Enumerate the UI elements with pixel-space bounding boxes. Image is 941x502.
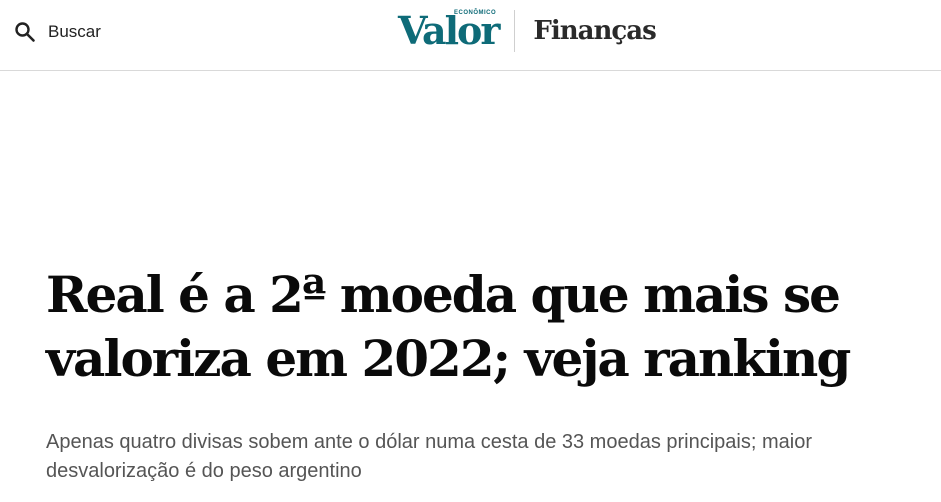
article-headline: Real é a 2ª moeda que mais se valoriza e…	[46, 265, 851, 388]
section-link[interactable]: Finanças	[533, 7, 656, 55]
logo-subtext: ECONÔMICO	[454, 10, 497, 16]
search-label[interactable]: Buscar	[48, 18, 101, 46]
brand-divider	[514, 10, 516, 52]
brand: Valor ECONÔMICO Finanças	[398, 7, 657, 55]
valor-logo[interactable]: Valor ECONÔMICO	[398, 7, 500, 55]
search-icon[interactable]	[14, 21, 36, 43]
site-header: Buscar Valor ECONÔMICO Finanças	[0, 0, 941, 71]
search-button[interactable]: Buscar	[14, 18, 101, 46]
article-subtitle: Apenas quatro divisas sobem ante o dólar…	[46, 431, 812, 482]
